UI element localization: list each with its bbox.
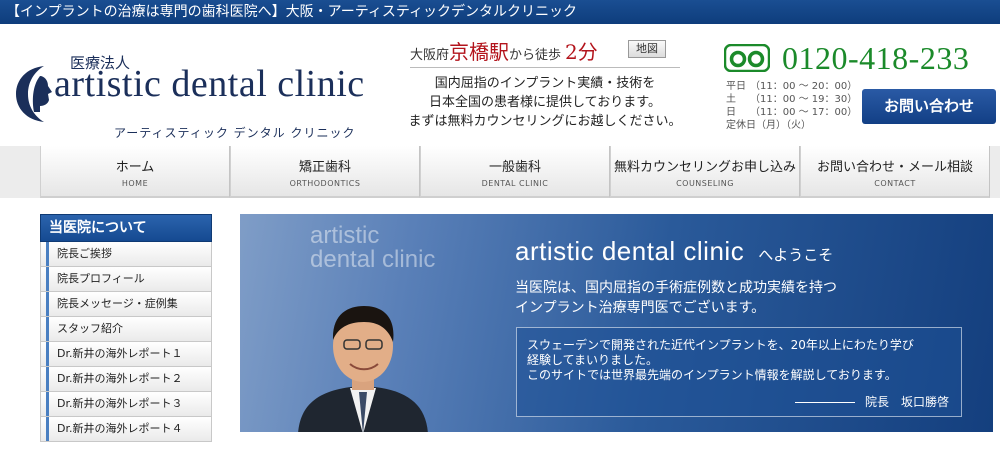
intro-line: 国内屈指のインプラント実績・技術を	[434, 76, 656, 91]
access-station: 京橋駅	[449, 40, 510, 64]
nav-dental-clinic[interactable]: 一般歯科 DENTAL CLINIC	[420, 146, 610, 198]
page-title-bar: 【インプラントの治療は専門の歯科医院へ】大阪・アーティスティックデンタルクリニッ…	[0, 0, 1000, 24]
access-walk: から徒歩	[509, 48, 562, 63]
sidebar-item-profile[interactable]: 院長プロフィール	[40, 267, 212, 292]
global-nav: ホーム HOME 矯正歯科 ORTHODONTICS 一般歯科 DENTAL CLIN…	[40, 146, 1000, 198]
nav-home[interactable]: ホーム HOME	[40, 146, 230, 198]
hours-row: 平日 （11：00 〜 20：00）	[726, 81, 858, 92]
sidebar-item-report-4[interactable]: Dr.新井の海外レポート４	[40, 417, 212, 442]
sidebar-item-report-2[interactable]: Dr.新井の海外レポート２	[40, 367, 212, 392]
intro-line: 日本全国の患者様に提供しております。	[429, 95, 661, 110]
opening-hours: 平日 （11：00 〜 20：00） 土（11：00 〜 19：30） 日（11：…	[726, 80, 857, 132]
nav-orthodontics[interactable]: 矯正歯科 ORTHODONTICS	[230, 146, 420, 198]
intro-text: 国内屈指のインプラント実績・技術を 日本全国の患者様に提供しております。 まずは…	[390, 74, 700, 131]
phone-block[interactable]: 0120-418-233	[724, 40, 994, 80]
access-info: 大阪府京橋駅から徒歩 2分 地図	[410, 36, 680, 68]
sidebar-item-report-1[interactable]: Dr.新井の海外レポート１	[40, 342, 212, 367]
logo-name: artistic dental clinic	[54, 63, 365, 105]
banner-title: artistic dental clinic へようこそ	[515, 236, 834, 266]
nav-contact[interactable]: お問い合わせ・メール相談 CONTACT	[800, 146, 990, 198]
hours-row: 日（11：00 〜 17：00）	[726, 107, 858, 118]
logo-kana: アーティスティック デンタル クリニック	[114, 126, 356, 140]
doctor-photo	[298, 306, 428, 432]
clinic-logo[interactable]: 医療法人 artistic dental clinic アーティスティック デン…	[14, 52, 364, 142]
site-header: 医療法人 artistic dental clinic アーティスティック デン…	[0, 24, 1000, 146]
sidebar-heading: 当医院について	[40, 214, 212, 242]
sidebar-menu: 当医院について 院長ご挨拶 院長プロフィール 院長メッセージ・症例集 スタッフ紹…	[40, 214, 212, 442]
welcome-banner: artistic dental clinic artistic dental c…	[240, 214, 993, 432]
nav-counseling[interactable]: 無料カウンセリングお申し込み COUNSELING	[610, 146, 800, 198]
phone-number[interactable]: 0120-418-233	[782, 40, 969, 77]
access-minutes: 2分	[565, 40, 598, 64]
sidebar-item-report-3[interactable]: Dr.新井の海外レポート３	[40, 392, 212, 417]
global-nav-bar: ホーム HOME 矯正歯科 ORTHODONTICS 一般歯科 DENTAL CLIN…	[0, 146, 1000, 198]
hours-row: 土（11：00 〜 19：30）	[726, 94, 858, 105]
banner-lead: 当医院は、国内屈指の手術症例数と成功実績を持つ インプラント治療専門医でございま…	[515, 280, 837, 316]
banner-watermark: artistic dental clinic	[310, 222, 436, 273]
intro-line: まずは無料カウンセリングにお越しください。	[408, 114, 682, 129]
access-pref: 大阪府	[410, 48, 450, 63]
sidebar-item-greeting[interactable]: 院長ご挨拶	[40, 242, 212, 267]
freedial-icon	[724, 44, 770, 72]
director-signature: 院長 坂口勝啓	[794, 395, 949, 410]
sidebar-item-message[interactable]: 院長メッセージ・症例集	[40, 292, 212, 317]
banner-message-box: スウェーデンで開発された近代インプラントを、20年以上にわたり学び 経験してまい…	[516, 327, 962, 417]
contact-button[interactable]: お問い合わせ	[862, 89, 996, 124]
hours-row: 定休日（月）（火）	[726, 120, 811, 131]
sidebar-item-staff[interactable]: スタッフ紹介	[40, 317, 212, 342]
map-button[interactable]: 地図	[628, 40, 666, 58]
